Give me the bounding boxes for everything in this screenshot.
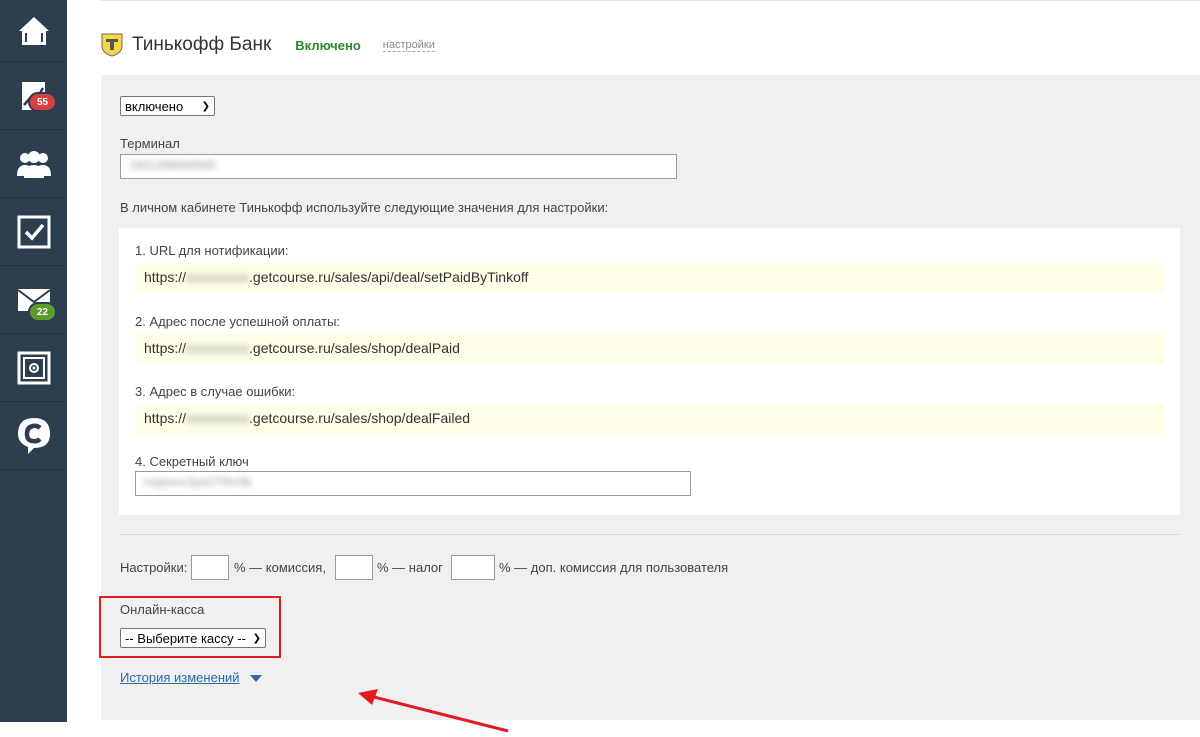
callback-urls-card: 1. URL для нотификации: https://xxxxxxxx… xyxy=(119,228,1180,515)
sidebar-item-messages[interactable]: 22 xyxy=(0,266,67,334)
caret-down-icon[interactable] xyxy=(250,675,262,682)
sidebar-item-users[interactable] xyxy=(0,130,67,198)
terminal-input[interactable]: 1601288568585 xyxy=(120,154,677,179)
sidebar-item-safe[interactable] xyxy=(0,334,67,402)
secret-key-input[interactable]: rxqwxvc3yw27t5c0b xyxy=(135,471,691,496)
enabled-select-value: включено xyxy=(125,98,184,114)
fail-url-hidden-part: xxxxxxxxx xyxy=(186,410,250,426)
terminal-label: Терминал xyxy=(120,136,180,151)
notify-url-suffix: .getcourse.ru/sales/api/deal/setPaidByTi… xyxy=(249,269,529,285)
red-arrow-icon xyxy=(358,689,509,733)
history-link[interactable]: История изменений xyxy=(120,670,240,685)
settings-link[interactable]: настройки xyxy=(382,39,435,52)
section-divider xyxy=(119,534,1180,535)
tax-input[interactable] xyxy=(335,555,373,580)
online-kassa-select[interactable]: -- Выберите кассу -- ❯ xyxy=(120,628,266,648)
online-kassa-select-value: -- Выберите кассу -- xyxy=(125,630,246,646)
terminal-value: 1601288568585 xyxy=(129,158,216,172)
checkbox-icon xyxy=(17,215,50,248)
sidebar: 55 22 xyxy=(0,0,67,722)
success-url-value: https://xxxxxxxxx.getcourse.ru/sales/sho… xyxy=(135,334,1164,364)
sidebar-item-getcourse[interactable] xyxy=(0,402,67,470)
getcourse-logo-icon xyxy=(17,417,50,454)
settings-prefix-label: Настройки: xyxy=(120,560,188,575)
tax-label: % — налог xyxy=(377,560,443,575)
sidebar-item-home[interactable] xyxy=(0,0,67,62)
messages-count-badge: 22 xyxy=(28,302,57,322)
enabled-select[interactable]: включено ❯ xyxy=(120,96,215,116)
main-content: Тинькофф Банк Включено настройки включен… xyxy=(67,0,1200,733)
commission-label: % — комиссия, xyxy=(234,560,326,575)
tinkoff-logo-icon xyxy=(101,33,123,57)
success-url-label: 2. Адрес после успешной оплаты: xyxy=(135,314,341,329)
success-url-hidden-part: xxxxxxxxx xyxy=(186,340,250,356)
users-icon xyxy=(16,150,51,178)
user-commission-label: % — доп. комиссия для пользователя xyxy=(499,560,729,575)
notify-url-label: 1. URL для нотификации: xyxy=(135,243,289,258)
status-badge: Включено xyxy=(295,37,361,53)
sidebar-item-sales[interactable]: 55 xyxy=(0,62,67,130)
safe-icon xyxy=(17,351,50,384)
fail-url-label: 3. Адрес в случае ошибки: xyxy=(135,384,296,399)
notify-url-value: https://xxxxxxxxx.getcourse.ru/sales/api… xyxy=(135,263,1164,293)
user-commission-input[interactable] xyxy=(451,555,495,580)
notify-url-hidden-part: xxxxxxxxx xyxy=(186,269,250,285)
fail-url-value: https://xxxxxxxxx.getcourse.ru/sales/sho… xyxy=(135,404,1164,434)
commission-input[interactable] xyxy=(191,555,229,580)
notify-url-prefix: https:// xyxy=(144,269,187,285)
sidebar-item-tasks[interactable] xyxy=(0,198,67,266)
home-icon xyxy=(18,16,49,45)
instructions-text: В личном кабинете Тинькофф используйте с… xyxy=(120,200,609,215)
sales-count-badge: 55 xyxy=(28,92,57,112)
fail-url-suffix: .getcourse.ru/sales/shop/dealFailed xyxy=(249,410,471,426)
page-header: Тинькофф Банк Включено настройки xyxy=(101,30,435,60)
settings-panel: включено ❯ Терминал 1601288568585 В личн… xyxy=(99,75,1200,733)
success-url-prefix: https:// xyxy=(144,340,187,356)
chevron-down-icon: ❯ xyxy=(201,100,210,112)
online-kassa-label: Онлайн-касса xyxy=(120,602,205,617)
chevron-down-icon: ❯ xyxy=(252,632,261,644)
page-title: Тинькофф Банк xyxy=(132,34,272,55)
top-divider xyxy=(101,0,1200,1)
success-url-suffix: .getcourse.ru/sales/shop/dealPaid xyxy=(249,340,460,356)
secret-key-value: rxqwxvc3yw27t5c0b xyxy=(144,475,252,489)
fail-url-prefix: https:// xyxy=(144,410,187,426)
secret-key-label: 4. Секретный ключ xyxy=(135,454,249,469)
